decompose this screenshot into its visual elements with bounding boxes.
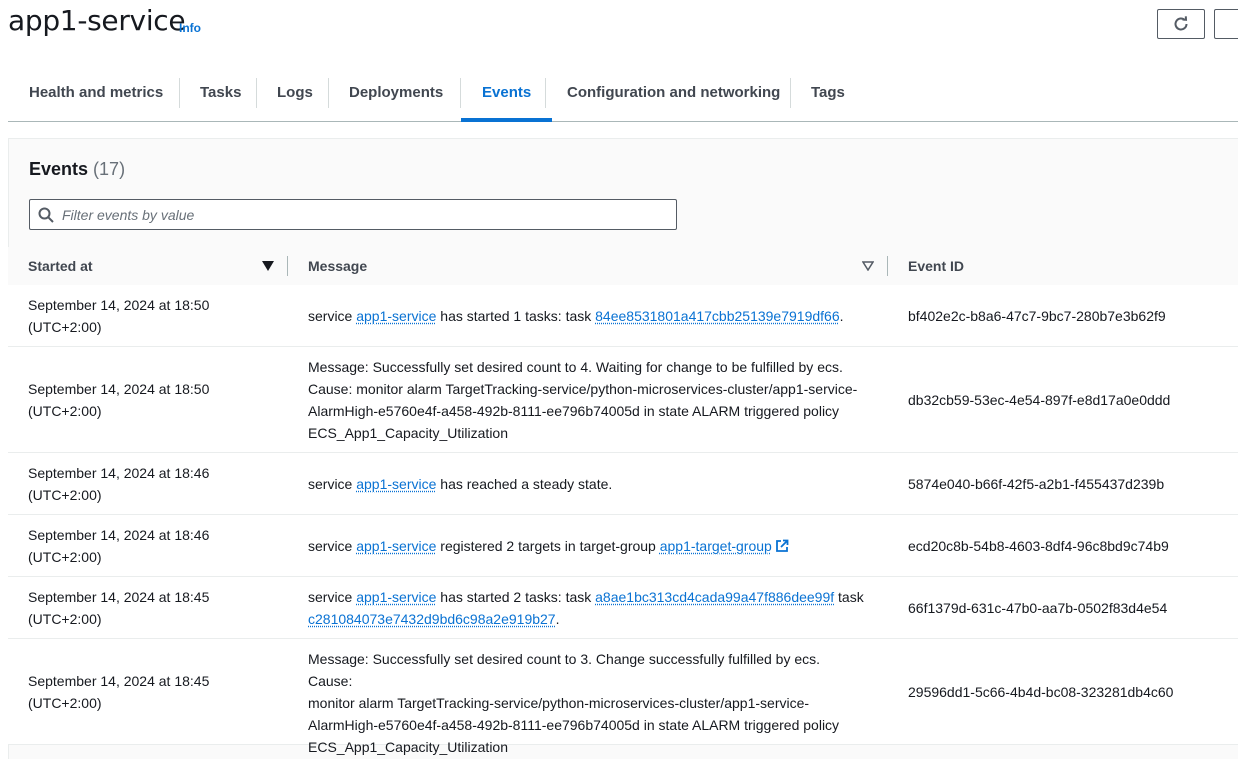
filter-events-input-wrapper[interactable] (29, 199, 677, 230)
events-heading: Events (17) (29, 159, 125, 180)
started-at-timezone: (UTC+2:00) (28, 692, 209, 714)
column-resizer[interactable] (287, 256, 288, 276)
message-line: monitor alarm TargetTracking-service/pyt… (308, 692, 868, 714)
table-row: September 14, 2024 at 18:50 (UTC+2:00) s… (8, 285, 1238, 347)
table-row: September 14, 2024 at 18:45 (UTC+2:00) s… (8, 577, 1238, 639)
search-icon (38, 207, 54, 223)
started-at-timezone: (UTC+2:00) (28, 546, 209, 568)
message-line: AlarmHigh-e5760e4f-a458-492b-8111-ee796b… (308, 400, 868, 422)
events-table-header: Started at Message Event ID (8, 247, 1238, 286)
external-link-icon[interactable] (775, 539, 789, 553)
service-link[interactable]: app1-service (356, 589, 436, 605)
started-at-cell: September 14, 2024 at 18:50 (UTC+2:00) (28, 378, 209, 422)
events-count: (17) (93, 159, 125, 179)
message-text: . (556, 611, 560, 627)
message-text: has reached a steady state. (436, 476, 612, 492)
message-text: service (308, 589, 356, 605)
started-at-timezone: (UTC+2:00) (28, 484, 209, 506)
event-id-cell: 66f1379d-631c-47b0-aa7b-0502f83d4e54 (908, 597, 1167, 619)
page-title: app1-service (8, 4, 185, 37)
started-at-date: September 14, 2024 at 18:50 (28, 294, 209, 316)
message-text: has started 2 tasks: task (436, 589, 595, 605)
column-header-started-at[interactable]: Started at (28, 247, 93, 285)
events-title: Events (29, 159, 88, 179)
task-link[interactable]: 84ee8531801a417cbb25139e7919df66 (595, 308, 839, 324)
message-cell: service app1-service has reached a stead… (308, 473, 868, 495)
tab-logs[interactable]: Logs (256, 64, 334, 121)
column-header-event-id: Event ID (908, 247, 964, 285)
actions-button[interactable] (1214, 9, 1238, 39)
message-line: Message: Successfully set desired count … (308, 648, 868, 692)
started-at-date: September 14, 2024 at 18:46 (28, 524, 209, 546)
task-link[interactable]: a8ae1bc313cd4cada99a47f886dee99f (595, 589, 834, 605)
started-at-timezone: (UTC+2:00) (28, 316, 209, 338)
message-cell: Message: Successfully set desired count … (308, 648, 868, 758)
table-row: September 14, 2024 at 18:46 (UTC+2:00) s… (8, 453, 1238, 515)
tab-deployments[interactable]: Deployments (328, 64, 464, 121)
task-link[interactable]: c281084073e7432d9bd6c98a2e919b27 (308, 611, 556, 627)
event-id-cell: bf402e2c-b8a6-47c7-9bc7-280b7e3b62f9 (908, 305, 1166, 327)
tab-tags[interactable]: Tags (790, 64, 866, 121)
message-line: AlarmHigh-e5760e4f-a458-492b-8111-ee796b… (308, 714, 868, 736)
sort-descending-icon[interactable] (262, 261, 274, 271)
column-resizer[interactable] (887, 256, 888, 276)
table-row: September 14, 2024 at 18:45 (UTC+2:00) M… (8, 639, 1238, 745)
started-at-timezone: (UTC+2:00) (28, 608, 209, 630)
message-text: has started 1 tasks: task (436, 308, 595, 324)
refresh-button[interactable] (1157, 9, 1205, 39)
message-line: Message: Successfully set desired count … (308, 356, 868, 378)
message-text: service (308, 538, 356, 554)
event-id-cell: ecd20c8b-54b8-4603-8df4-96c8bd9c74b9 (908, 535, 1169, 557)
filter-events-input[interactable] (62, 200, 662, 229)
message-text: . (840, 308, 844, 324)
refresh-icon (1172, 15, 1190, 33)
tab-bar: Health and metrics Tasks Logs Deployment… (8, 64, 1238, 122)
started-at-date: September 14, 2024 at 18:50 (28, 378, 209, 400)
event-id-cell: 29596dd1-5c66-4b4d-bc08-323281db4c60 (908, 681, 1173, 703)
message-cell: service app1-service has started 1 tasks… (308, 305, 868, 327)
started-at-cell: September 14, 2024 at 18:45 (UTC+2:00) (28, 586, 209, 630)
message-text: task (834, 589, 864, 605)
table-row: September 14, 2024 at 18:50 (UTC+2:00) M… (8, 347, 1238, 453)
event-id-cell: 5874e040-b66f-42f5-a2b1-f455437d239b (908, 473, 1164, 495)
service-link[interactable]: app1-service (356, 476, 436, 492)
started-at-date: September 14, 2024 at 18:45 (28, 586, 209, 608)
started-at-timezone: (UTC+2:00) (28, 400, 209, 422)
service-link[interactable]: app1-service (356, 538, 436, 554)
table-row: September 14, 2024 at 18:46 (UTC+2:00) s… (8, 515, 1238, 577)
started-at-cell: September 14, 2024 at 18:45 (UTC+2:00) (28, 670, 209, 714)
tab-health-and-metrics[interactable]: Health and metrics (8, 64, 184, 121)
message-line: Cause: monitor alarm TargetTracking-serv… (308, 378, 868, 400)
started-at-date: September 14, 2024 at 18:46 (28, 462, 209, 484)
info-link[interactable]: Info (179, 21, 201, 35)
event-id-cell: db32cb59-53ec-4e54-897f-e8d17a0e0ddd (908, 389, 1170, 411)
target-group-link[interactable]: app1-target-group (660, 538, 772, 554)
message-cell: Message: Successfully set desired count … (308, 356, 868, 444)
service-link[interactable]: app1-service (356, 308, 436, 324)
message-text: service (308, 308, 356, 324)
events-table-body: September 14, 2024 at 18:50 (UTC+2:00) s… (8, 285, 1238, 745)
message-line: ECS_App1_Capacity_Utilization (308, 422, 868, 444)
started-at-date: September 14, 2024 at 18:45 (28, 670, 209, 692)
message-line: ECS_App1_Capacity_Utilization (308, 736, 868, 758)
started-at-cell: September 14, 2024 at 18:46 (UTC+2:00) (28, 524, 209, 568)
started-at-cell: September 14, 2024 at 18:46 (UTC+2:00) (28, 462, 209, 506)
sort-unsorted-icon[interactable] (862, 261, 874, 271)
message-cell: service app1-service has started 2 tasks… (308, 586, 868, 630)
tab-configuration-and-networking[interactable]: Configuration and networking (546, 64, 801, 121)
column-header-message[interactable]: Message (308, 247, 367, 285)
message-cell: service app1-service registered 2 target… (308, 535, 868, 557)
tab-events[interactable]: Events (461, 64, 552, 121)
message-text: service (308, 476, 356, 492)
message-text: registered 2 targets in target-group (436, 538, 659, 554)
tab-tasks[interactable]: Tasks (179, 64, 262, 121)
started-at-cell: September 14, 2024 at 18:50 (UTC+2:00) (28, 294, 209, 338)
